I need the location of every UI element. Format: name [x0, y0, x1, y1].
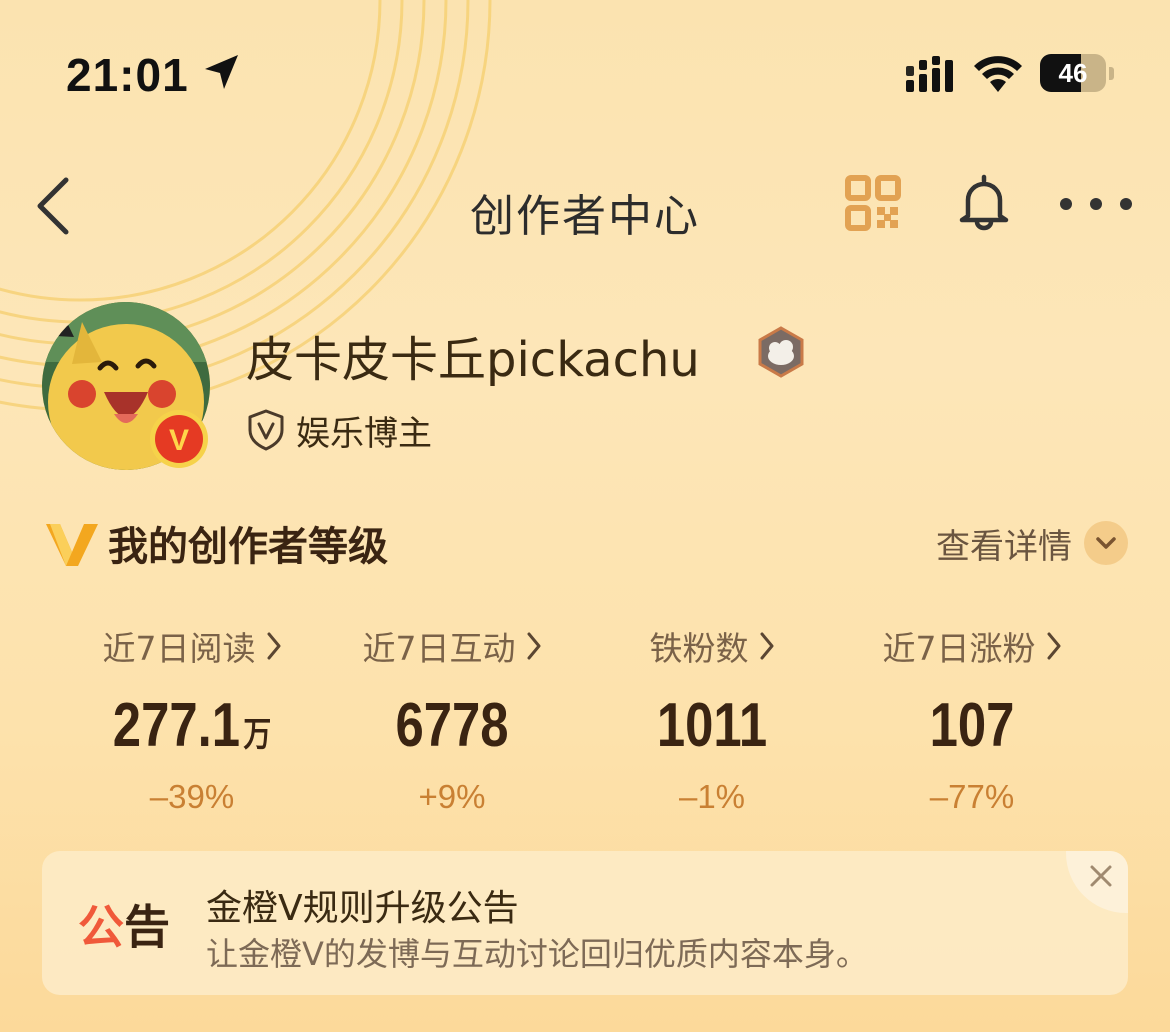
verified-v-badge: V — [150, 410, 208, 468]
qr-code-icon[interactable] — [844, 174, 902, 232]
stat-label: 近7日互动 — [362, 629, 516, 668]
stat-unit: 万 — [243, 715, 272, 755]
signal-icon — [906, 56, 953, 92]
creator-level-title: 我的创作者等级 — [108, 524, 388, 570]
view-details-link[interactable]: 查看详情 — [936, 518, 1128, 568]
shield-v-icon — [248, 409, 284, 451]
stat-value: 6778 — [395, 691, 509, 760]
stat-label: 近7日涨粉 — [882, 629, 1036, 668]
stat-7day-new-fans[interactable]: 近7日涨粉 107 –77% — [842, 620, 1102, 816]
battery-level: 46 — [1058, 58, 1088, 88]
stat-7day-reads[interactable]: 近7日阅读 277.1 万 –39% — [62, 620, 322, 816]
stat-7day-interactions[interactable]: 近7日互动 6778 +9% — [322, 620, 582, 816]
creator-tag: 娱乐博主 — [296, 414, 432, 454]
stat-change: –39% — [149, 778, 235, 815]
chevron-down-icon — [1084, 521, 1128, 565]
stat-value: 277.1 — [112, 691, 241, 760]
battery-nub — [1109, 67, 1114, 80]
view-details-label: 查看详情 — [936, 526, 1072, 567]
stat-change: +9% — [418, 778, 486, 815]
location-arrow-icon — [205, 55, 238, 89]
stat-change: –1% — [678, 778, 746, 815]
stat-value: 1011 — [656, 691, 768, 760]
username: 皮卡皮卡丘pickachu — [246, 332, 700, 388]
more-dots-icon[interactable] — [1058, 192, 1134, 216]
chevron-right-icon — [527, 632, 540, 660]
bell-icon[interactable] — [954, 172, 1014, 232]
close-button[interactable] — [1066, 851, 1128, 913]
announcement-label-part2: 告 — [124, 900, 170, 954]
stat-change: –77% — [929, 778, 1015, 815]
battery-icon: 46 — [1040, 54, 1106, 92]
stat-value: 107 — [929, 691, 1015, 760]
announcement-label: 公告 — [78, 891, 170, 957]
stat-label: 铁粉数 — [649, 629, 749, 668]
status-time: 21:01 — [66, 49, 189, 101]
wifi-icon — [974, 56, 1022, 92]
creator-level-badge-icon[interactable] — [756, 326, 806, 378]
stat-iron-fans[interactable]: 铁粉数 1011 –1% — [582, 620, 842, 816]
chevron-right-icon — [1047, 632, 1060, 660]
chevron-right-icon — [267, 632, 280, 660]
close-icon — [1090, 865, 1112, 887]
announcement-subtitle: 让金橙V的发博与互动讨论回归优质内容本身。 — [206, 935, 868, 973]
announcement-banner[interactable]: 公告 金橙V规则升级公告 让金橙V的发博与互动讨论回归优质内容本身。 — [42, 851, 1128, 995]
golden-v-icon — [46, 524, 98, 566]
stat-label: 近7日阅读 — [102, 629, 256, 668]
announcement-label-part1: 公 — [78, 900, 124, 954]
verified-badge-letter: V — [169, 424, 189, 457]
announcement-title: 金橙V规则升级公告 — [206, 888, 519, 929]
chevron-right-icon — [760, 632, 773, 660]
